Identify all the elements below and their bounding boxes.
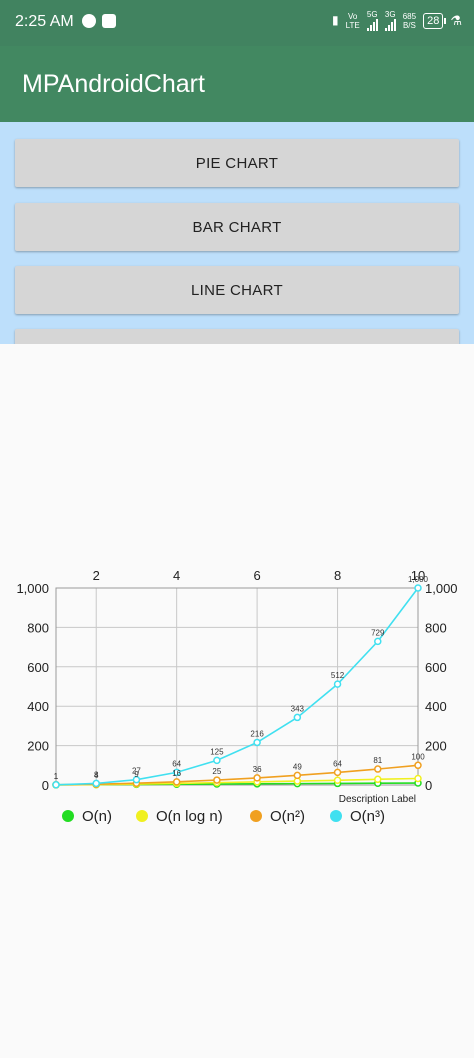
data-label: 25 [212,767,221,776]
chart-description: Description Label [339,794,416,805]
status-left-icons [82,14,116,28]
net1-label: 5G [366,10,378,19]
legend-dot-icon [136,810,148,822]
app-bar: MPAndroidChart [0,46,474,122]
legend-label: O(n²) [270,808,305,825]
data-label: 81 [373,756,382,765]
button-panel: PIE CHART BAR CHART LINE CHART [0,122,474,344]
signal-bars-icon [384,19,396,31]
legend-label: O(n) [82,808,112,825]
data-point [293,713,302,722]
data-label: 125 [210,747,224,756]
flask-icon: ⚗ [450,13,462,28]
data-point [414,774,422,783]
x-tick-label: 4 [173,568,180,583]
data-point [293,771,302,780]
data-point [253,738,261,747]
x-tick-label: 2 [93,568,100,583]
signal-5g: 5G [366,10,378,31]
line-chart-button[interactable]: LINE CHART [15,266,459,314]
data-point [374,765,382,773]
data-label: 9 [134,770,139,779]
volte-bottom: LTE [345,20,360,30]
data-label: 729 [371,628,385,637]
data-label: 1 [54,772,59,781]
data-point [333,768,342,777]
data-label: 64 [172,759,181,768]
more-button-partial[interactable] [15,329,459,344]
y-tick-label-right: 600 [425,660,447,675]
data-point [52,781,60,789]
y-tick-label-right: 0 [425,778,432,793]
data-point [213,776,221,784]
data-label: 49 [293,762,302,771]
net2-label: 3G [384,10,396,19]
status-right: ▮ Vo LTE 5G 3G 685 B/S 28 ⚗ [332,10,462,31]
data-point [333,680,342,688]
legend-dot-icon [62,810,74,822]
y-tick-label-right: 1,000 [425,581,458,596]
vibrate-icon: ▮ [332,13,339,27]
status-bar: 2:25 AM ▮ Vo LTE 5G 3G 685 B/S 28 ⚗ [0,0,474,46]
app-title: MPAndroidChart [22,70,205,98]
network-speed: 685 B/S [403,12,416,30]
data-point [374,637,382,646]
data-label: 512 [331,671,345,680]
battery-icon: 28 [423,12,447,29]
data-label: 36 [253,765,262,774]
y-tick-label-left: 600 [27,660,49,675]
data-point [92,779,100,788]
data-point [333,776,342,785]
signal-3g: 3G [384,10,396,31]
legend-dot-icon [250,810,262,822]
badge-icon [102,14,116,28]
data-point [414,761,422,770]
line-chart[interactable]: 0 0200 200400 400600 600800 8001,000 1,0002 4 6 8… [0,344,474,1053]
y-tick-label-left: 1,000 [16,581,49,596]
data-label: 1,000 [408,575,429,584]
data-point [213,756,221,765]
sync-icon [82,14,96,28]
plot-frame [55,587,419,786]
speed-unit: B/S [402,20,416,30]
data-label: 100 [411,752,425,761]
pie-chart-button[interactable]: PIE CHART [15,139,459,187]
data-label: 216 [250,729,264,738]
data-label: 4 [94,771,99,780]
y-tick-label-right: 200 [425,739,447,754]
y-tick-label-left: 200 [27,739,49,754]
y-tick-label-left: 400 [27,699,49,714]
series-line [55,587,419,786]
y-tick-label-left: 0 [42,778,49,793]
data-point [414,584,422,592]
legend-label: O(n³) [350,808,385,825]
y-tick-label-right: 800 [425,620,447,635]
volte-top: Vo [348,11,358,21]
legend-label: O(n log n) [156,808,223,825]
y-tick-label-right: 400 [425,699,447,714]
chart-area: 0 0 200 200 400 400 600 600 800 800 1,000 1,000 2 4 6 8… [0,344,474,1053]
bar-chart-button[interactable]: BAR CHART [15,203,459,251]
data-label: 64 [333,759,342,768]
legend-dot-icon [330,810,342,822]
signal-bars-icon [366,19,378,31]
data-label: 16 [172,769,181,778]
speed-value: 685 [402,11,417,21]
data-point [374,775,382,784]
x-tick-label: 6 [253,568,260,583]
status-time: 2:25 AM [15,13,74,30]
x-tick-label: 8 [334,568,341,583]
y-tick-label-left: 800 [27,620,49,635]
data-point [172,778,181,786]
volte-indicator: Vo LTE [346,12,360,30]
data-label: 343 [291,704,305,713]
data-point [253,774,261,782]
